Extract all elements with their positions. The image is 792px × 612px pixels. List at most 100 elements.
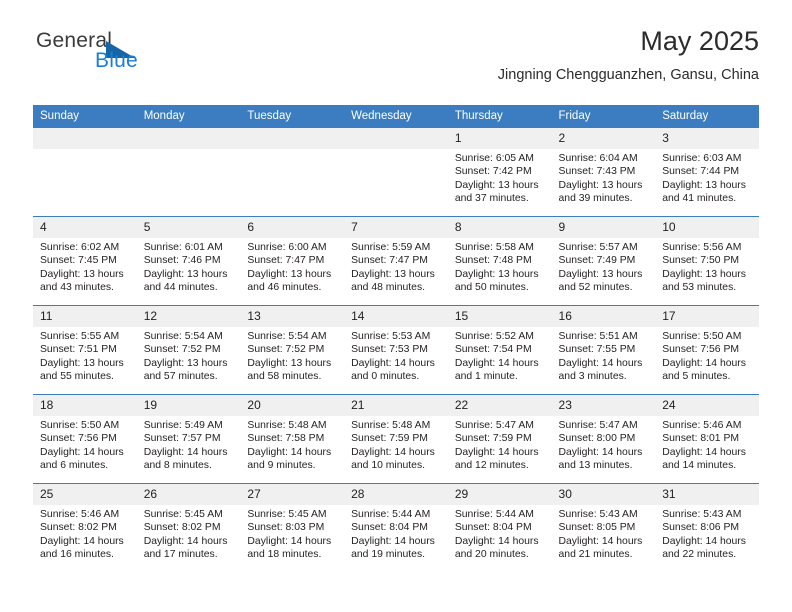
calendar-day-cell[interactable]: 21 Sunrise: 5:48 AM Sunset: 7:59 PM Dayligh… <box>344 394 448 484</box>
sunset-text: Sunset: 7:58 PM <box>247 433 325 445</box>
calendar-day-cell[interactable]: 8 Sunrise: 5:58 AM Sunset: 7:48 PM Daylight… <box>447 216 552 306</box>
calendar-day-cell[interactable]: 25 Sunrise: 5:46 AM Sunset: 8:02 PM Dayligh… <box>33 483 137 572</box>
calendar-day-cell[interactable]: 4 Sunrise: 6:02 AM Sunset: 7:45 PM Daylight… <box>33 216 137 306</box>
day-details: Sunrise: 5:47 AM Sunset: 8:00 PM Daylight:… <box>552 416 656 472</box>
day-number: 14 <box>344 306 448 327</box>
daylight-text: Daylight: 13 hours and 52 minutes. <box>558 268 643 293</box>
weekday-header-sunday: Sunday <box>33 105 137 128</box>
calendar-week-row: 4 Sunrise: 6:02 AM Sunset: 7:45 PM Daylight… <box>33 216 759 306</box>
calendar-day-cell[interactable]: 27 Sunrise: 5:45 AM Sunset: 8:03 PM Dayligh… <box>240 483 345 572</box>
day-cell-inner: 6 Sunrise: 6:00 AM Sunset: 7:47 PM Daylight… <box>240 217 345 305</box>
calendar-day-cell-empty <box>33 128 137 217</box>
sunrise-text: Sunrise: 5:46 AM <box>662 420 742 431</box>
day-details: Sunrise: 6:04 AM Sunset: 7:43 PM Daylight:… <box>552 149 656 205</box>
calendar-day-cell[interactable]: 24 Sunrise: 5:46 AM Sunset: 8:01 PM Dayligh… <box>655 394 759 484</box>
calendar-day-cell[interactable]: 26 Sunrise: 5:45 AM Sunset: 8:02 PM Dayligh… <box>136 483 241 572</box>
day-cell-inner: 17 Sunrise: 5:50 AM Sunset: 7:56 PM Dayligh… <box>655 306 759 394</box>
sunset-text: Sunset: 8:01 PM <box>662 433 740 445</box>
day-details: Sunrise: 5:54 AM Sunset: 7:52 PM Daylight:… <box>137 327 241 383</box>
day-cell-inner: 13 Sunrise: 5:54 AM Sunset: 7:52 PM Dayligh… <box>240 306 345 394</box>
sunrise-text: Sunrise: 5:56 AM <box>662 242 742 253</box>
sunset-text: Sunset: 7:45 PM <box>40 255 117 267</box>
sunset-text: Sunset: 8:04 PM <box>454 522 532 534</box>
day-cell-inner: 14 Sunrise: 5:53 AM Sunset: 7:53 PM Dayligh… <box>344 306 448 394</box>
day-number: 28 <box>344 484 448 505</box>
day-details: Sunrise: 5:57 AM Sunset: 7:49 PM Daylight:… <box>552 238 656 294</box>
sunset-text: Sunset: 8:04 PM <box>351 522 428 534</box>
weekday-header-monday: Monday <box>136 105 241 128</box>
day-cell-inner: 26 Sunrise: 5:45 AM Sunset: 8:02 PM Dayligh… <box>136 484 241 572</box>
sunset-text: Sunset: 7:59 PM <box>351 433 428 445</box>
sunset-text: Sunset: 7:52 PM <box>247 344 325 356</box>
weekday-header-wednesday: Wednesday <box>344 105 448 128</box>
calendar-day-cell[interactable]: 13 Sunrise: 5:54 AM Sunset: 7:52 PM Dayligh… <box>240 305 345 395</box>
daylight-text: Daylight: 14 hours and 12 minutes. <box>454 446 539 471</box>
day-details: Sunrise: 5:56 AM Sunset: 7:50 PM Daylight:… <box>655 238 759 294</box>
day-details: Sunrise: 6:05 AM Sunset: 7:42 PM Daylight:… <box>448 149 552 205</box>
day-cell-inner: 21 Sunrise: 5:48 AM Sunset: 7:59 PM Dayligh… <box>344 395 448 483</box>
calendar-day-cell[interactable]: 12 Sunrise: 5:54 AM Sunset: 7:52 PM Dayligh… <box>136 305 241 395</box>
day-cell-inner: 19 Sunrise: 5:49 AM Sunset: 7:57 PM Dayligh… <box>136 395 241 483</box>
day-number: 1 <box>447 128 552 149</box>
sunrise-text: Sunrise: 5:55 AM <box>40 331 120 342</box>
sunset-text: Sunset: 7:42 PM <box>454 166 532 178</box>
calendar-day-cell[interactable]: 16 Sunrise: 5:51 AM Sunset: 7:55 PM Dayligh… <box>551 305 656 395</box>
day-number: 11 <box>33 306 137 327</box>
day-cell-inner: 20 Sunrise: 5:48 AM Sunset: 7:58 PM Dayligh… <box>240 395 345 483</box>
day-cell-inner <box>240 128 345 216</box>
calendar-day-cell[interactable]: 28 Sunrise: 5:44 AM Sunset: 8:04 PM Dayligh… <box>344 483 448 572</box>
calendar-day-cell[interactable]: 3 Sunrise: 6:03 AM Sunset: 7:44 PM Daylight… <box>655 128 759 217</box>
calendar-day-cell[interactable]: 2 Sunrise: 6:04 AM Sunset: 7:43 PM Daylight… <box>551 128 656 217</box>
day-number: 10 <box>655 217 759 238</box>
day-details: Sunrise: 5:49 AM Sunset: 7:57 PM Daylight:… <box>137 416 241 472</box>
calendar-day-cell[interactable]: 19 Sunrise: 5:49 AM Sunset: 7:57 PM Dayligh… <box>136 394 241 484</box>
calendar-day-cell[interactable]: 23 Sunrise: 5:47 AM Sunset: 8:00 PM Dayligh… <box>551 394 656 484</box>
day-number: 15 <box>447 306 552 327</box>
calendar-day-cell[interactable]: 9 Sunrise: 5:57 AM Sunset: 7:49 PM Daylight… <box>551 216 656 306</box>
sunrise-text: Sunrise: 5:57 AM <box>558 242 638 253</box>
day-cell-inner: 31 Sunrise: 5:43 AM Sunset: 8:06 PM Dayligh… <box>655 484 759 572</box>
sunrise-text: Sunrise: 5:59 AM <box>351 242 431 253</box>
calendar-day-cell[interactable]: 10 Sunrise: 5:56 AM Sunset: 7:50 PM Dayligh… <box>655 216 759 306</box>
daylight-text: Daylight: 14 hours and 21 minutes. <box>558 535 643 560</box>
daylight-text: Daylight: 13 hours and 58 minutes. <box>247 357 332 382</box>
calendar-day-cell[interactable]: 30 Sunrise: 5:43 AM Sunset: 8:05 PM Dayligh… <box>551 483 656 572</box>
calendar-day-cell[interactable]: 29 Sunrise: 5:44 AM Sunset: 8:04 PM Dayligh… <box>447 483 552 572</box>
calendar-day-cell[interactable]: 18 Sunrise: 5:50 AM Sunset: 7:56 PM Dayligh… <box>33 394 137 484</box>
calendar-day-cell[interactable]: 22 Sunrise: 5:47 AM Sunset: 7:59 PM Dayligh… <box>447 394 552 484</box>
daylight-text: Daylight: 14 hours and 10 minutes. <box>351 446 435 471</box>
daylight-text: Daylight: 13 hours and 43 minutes. <box>40 268 124 293</box>
day-cell-inner: 29 Sunrise: 5:44 AM Sunset: 8:04 PM Dayligh… <box>447 484 552 572</box>
calendar-day-cell[interactable]: 7 Sunrise: 5:59 AM Sunset: 7:47 PM Daylight… <box>344 216 448 306</box>
daylight-text: Daylight: 13 hours and 53 minutes. <box>662 268 746 293</box>
daylight-text: Daylight: 13 hours and 57 minutes. <box>143 357 228 382</box>
day-cell-inner: 8 Sunrise: 5:58 AM Sunset: 7:48 PM Daylight… <box>447 217 552 305</box>
sunset-text: Sunset: 7:44 PM <box>662 166 740 178</box>
daylight-text: Daylight: 14 hours and 16 minutes. <box>40 535 124 560</box>
calendar-day-cell[interactable]: 31 Sunrise: 5:43 AM Sunset: 8:06 PM Dayligh… <box>655 483 759 572</box>
calendar-day-cell[interactable]: 5 Sunrise: 6:01 AM Sunset: 7:46 PM Daylight… <box>136 216 241 306</box>
sunrise-text: Sunrise: 5:48 AM <box>351 420 431 431</box>
sunset-text: Sunset: 7:59 PM <box>454 433 532 445</box>
calendar-day-cell[interactable]: 20 Sunrise: 5:48 AM Sunset: 7:58 PM Dayligh… <box>240 394 345 484</box>
calendar-day-cell[interactable]: 11 Sunrise: 5:55 AM Sunset: 7:51 PM Dayligh… <box>33 305 137 395</box>
calendar-day-cell[interactable]: 15 Sunrise: 5:52 AM Sunset: 7:54 PM Dayligh… <box>447 305 552 395</box>
day-details: Sunrise: 5:54 AM Sunset: 7:52 PM Daylight:… <box>240 327 344 383</box>
day-cell-inner: 7 Sunrise: 5:59 AM Sunset: 7:47 PM Daylight… <box>344 217 448 305</box>
calendar-day-cell[interactable]: 17 Sunrise: 5:50 AM Sunset: 7:56 PM Dayligh… <box>655 305 759 395</box>
day-number: 23 <box>551 395 656 416</box>
calendar-day-cell[interactable]: 6 Sunrise: 6:00 AM Sunset: 7:47 PM Daylight… <box>240 216 345 306</box>
day-number: 2 <box>551 128 656 149</box>
day-details: Sunrise: 6:02 AM Sunset: 7:45 PM Daylight:… <box>33 238 137 294</box>
sunset-text: Sunset: 8:02 PM <box>143 522 221 534</box>
calendar-week-row: 11 Sunrise: 5:55 AM Sunset: 7:51 PM Dayligh… <box>33 305 759 395</box>
daylight-text: Daylight: 14 hours and 18 minutes. <box>247 535 332 560</box>
day-number: 5 <box>136 217 241 238</box>
general-blue-logo[interactable]: General Blue <box>33 28 253 84</box>
sunset-text: Sunset: 7:56 PM <box>40 433 117 445</box>
day-number <box>33 128 137 149</box>
calendar-day-cell[interactable]: 1 Sunrise: 6:05 AM Sunset: 7:42 PM Daylight… <box>447 128 552 217</box>
day-number: 30 <box>551 484 656 505</box>
calendar-day-cell[interactable]: 14 Sunrise: 5:53 AM Sunset: 7:53 PM Dayligh… <box>344 305 448 395</box>
day-number: 9 <box>551 217 656 238</box>
